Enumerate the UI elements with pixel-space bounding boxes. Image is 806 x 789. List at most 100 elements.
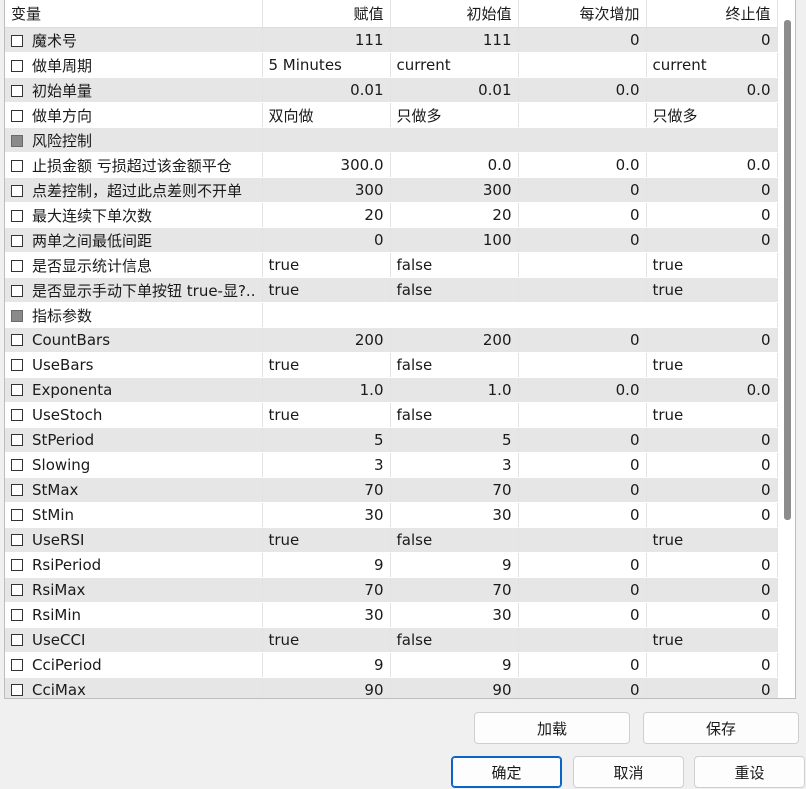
start-cell[interactable]: 5 [390,427,519,453]
parameter-row[interactable]: StMin 30 30 0 0 [5,502,778,528]
start-cell[interactable]: false [390,352,519,378]
stop-cell[interactable]: 0 [646,177,778,203]
value-cell[interactable]: true [262,627,391,653]
start-cell[interactable]: 111 [390,27,519,53]
step-cell[interactable]: 0 [518,677,647,698]
step-cell[interactable] [518,527,647,553]
parameter-row[interactable]: 做单方向 双向做 只做多 只做多 [5,102,778,128]
step-cell[interactable]: 0.0 [518,77,647,103]
value-cell[interactable]: 0.01 [262,77,391,103]
parameter-name-cell[interactable]: UseBars [5,352,263,378]
value-cell[interactable]: 200 [262,327,391,353]
optimize-checkbox[interactable] [11,634,23,646]
start-cell[interactable]: false [390,252,519,278]
column-header-value[interactable]: 赋值 [262,0,391,28]
value-cell[interactable]: true [262,252,391,278]
parameter-name-cell[interactable]: UseCCI [5,627,263,653]
parameter-row[interactable]: CciMax 90 90 0 0 [5,677,778,698]
stop-cell[interactable]: true [646,252,778,278]
value-cell[interactable]: 300 [262,177,391,203]
parameter-row[interactable]: 两单之间最低间距 0 100 0 0 [5,227,778,253]
start-cell[interactable]: current [390,52,519,78]
optimize-checkbox[interactable] [11,209,23,222]
parameter-name-cell[interactable]: StMax [5,477,263,503]
value-cell[interactable]: 30 [262,502,391,528]
value-cell[interactable]: 20 [262,202,391,228]
optimize-checkbox[interactable] [11,334,23,346]
optimize-checkbox[interactable] [11,34,23,47]
parameter-row[interactable]: 是否显示统计信息 true false true [5,252,778,278]
column-header-step[interactable]: 每次增加 [518,0,647,28]
parameter-row[interactable]: UseStoch true false true [5,402,778,428]
step-cell[interactable]: 0 [518,427,647,453]
parameter-row[interactable]: 止损金额 亏损超过该金额平仓 300.0 0.0 0.0 0.0 [5,152,778,178]
step-cell[interactable]: 0 [518,327,647,353]
start-cell[interactable]: false [390,277,519,303]
optimize-checkbox[interactable] [11,384,23,396]
stop-cell[interactable]: 0 [646,427,778,453]
optimize-checkbox[interactable] [11,609,23,621]
parameter-row[interactable]: RsiMin 30 30 0 0 [5,602,778,628]
parameter-row[interactable]: RsiMax 70 70 0 0 [5,577,778,603]
parameter-name-cell[interactable]: Slowing [5,452,263,478]
step-cell[interactable] [518,102,647,128]
parameter-name-cell[interactable]: UseRSI [5,527,263,553]
parameter-row[interactable]: 点差控制，超过此点差则不开单 300 300 0 0 [5,177,778,203]
optimize-checkbox[interactable] [11,659,23,671]
optimize-checkbox[interactable] [11,484,23,496]
ok-button[interactable]: 确定 [451,756,562,788]
step-cell[interactable]: 0 [518,577,647,603]
value-cell[interactable]: 30 [262,602,391,628]
parameter-name-cell[interactable]: UseStoch [5,402,263,428]
parameter-row[interactable]: Exponenta 1.0 1.0 0.0 0.0 [5,377,778,403]
value-cell[interactable]: 5 [262,427,391,453]
parameter-row[interactable]: 是否显示手动下单按钮 true-显?.. true false true [5,277,778,303]
optimize-checkbox[interactable] [11,559,23,571]
column-header-start[interactable]: 初始值 [390,0,519,28]
stop-cell[interactable]: true [646,352,778,378]
stop-cell[interactable]: true [646,277,778,303]
start-cell[interactable]: 9 [390,552,519,578]
start-cell[interactable]: 30 [390,502,519,528]
group-row[interactable]: 风险控制 [5,127,778,153]
step-cell[interactable]: 0 [518,552,647,578]
load-button[interactable]: 加载 [474,712,630,744]
stop-cell[interactable]: 0 [646,227,778,253]
optimize-checkbox[interactable] [11,234,23,247]
parameter-name-cell[interactable]: 点差控制，超过此点差则不开单 [5,177,263,203]
optimize-checkbox[interactable] [11,434,23,446]
parameter-name-cell[interactable]: RsiMax [5,577,263,603]
start-cell[interactable]: 100 [390,227,519,253]
stop-cell[interactable]: 0 [646,452,778,478]
step-cell[interactable]: 0 [518,27,647,53]
column-header-variable[interactable]: 变量 [5,0,263,28]
start-cell[interactable]: 只做多 [390,102,519,128]
value-cell[interactable]: 双向做 [262,102,391,128]
parameter-row[interactable]: StPeriod 5 5 0 0 [5,427,778,453]
parameter-name-cell[interactable]: 做单方向 [5,102,263,128]
parameter-name-cell[interactable]: RsiPeriod [5,552,263,578]
parameter-row[interactable]: UseBars true false true [5,352,778,378]
step-cell[interactable]: 0 [518,452,647,478]
step-cell[interactable]: 0 [518,502,647,528]
value-cell[interactable]: 5 Minutes [262,52,391,78]
step-cell[interactable] [518,252,647,278]
parameter-name-cell[interactable]: 风险控制 [5,127,263,153]
start-cell[interactable]: false [390,527,519,553]
step-cell[interactable]: 0 [518,177,647,203]
start-cell[interactable]: false [390,402,519,428]
value-cell[interactable]: true [262,352,391,378]
parameter-row[interactable]: RsiPeriod 9 9 0 0 [5,552,778,578]
step-cell[interactable] [518,352,647,378]
start-cell[interactable]: 0.01 [390,77,519,103]
parameter-row[interactable]: UseRSI true false true [5,527,778,553]
value-cell[interactable]: 1.0 [262,377,391,403]
start-cell[interactable]: 1.0 [390,377,519,403]
save-button[interactable]: 保存 [643,712,799,744]
stop-cell[interactable]: 0 [646,327,778,353]
optimize-checkbox[interactable] [11,259,23,272]
optimize-checkbox[interactable] [11,59,23,72]
value-cell[interactable]: 3 [262,452,391,478]
stop-cell[interactable]: 只做多 [646,102,778,128]
stop-cell[interactable]: 0 [646,27,778,53]
